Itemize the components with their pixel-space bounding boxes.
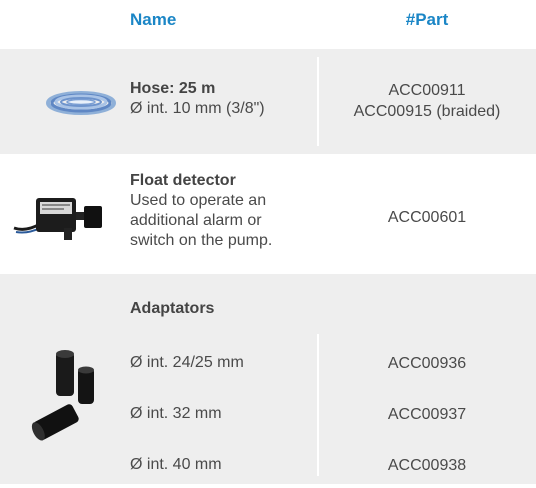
- table-row-adaptators: Adaptators Ø int. 24/25 mm ACC00936 Ø in…: [0, 274, 536, 484]
- hose-title: Hose: 25 m: [130, 80, 216, 97]
- float-description-line-3: switch on the pump.: [130, 232, 273, 249]
- hose-part-number: ACC00911: [388, 82, 466, 99]
- float-part-number: ACC00601: [387, 209, 467, 226]
- hose-braided-part-number: ACC00915 (braided): [353, 103, 501, 120]
- adaptators-title: Adaptators: [130, 300, 215, 317]
- adaptators-title-cell: Adaptators: [130, 299, 214, 319]
- adaptator-part-3: ACC00938: [387, 457, 467, 474]
- adaptator-name-2: Ø int. 32 mm: [130, 405, 222, 422]
- adaptator-part-2: ACC00937: [387, 406, 467, 423]
- float-description-line-2: additional alarm or: [130, 212, 262, 229]
- hose-description: Ø int. 10 mm (3/8"): [130, 100, 265, 117]
- float-detector-icon: [13, 198, 102, 240]
- table-row-hose: Hose: 25 m Ø int. 10 mm (3/8") ACC00911 …: [0, 49, 536, 154]
- coiled-hose-icon: [46, 91, 116, 115]
- table-row-float-detector: Float detector Used to operate an additi…: [0, 154, 536, 272]
- adaptator-name-3: Ø int. 40 mm: [130, 456, 222, 473]
- adaptator-part-1: ACC00936: [387, 355, 467, 372]
- float-title: Float detector: [130, 172, 236, 189]
- adaptors-icon: [31, 350, 94, 441]
- float-description-line-1: Used to operate an: [130, 192, 267, 209]
- column-header-part: #Part: [405, 10, 449, 29]
- hose-part-cell: ACC00911 ACC00915 (braided): [318, 80, 536, 122]
- column-header-name: Name: [130, 10, 177, 29]
- float-name-cell: Float detector Used to operate an additi…: [130, 171, 272, 251]
- adaptator-name-1: Ø int. 24/25 mm: [130, 354, 244, 371]
- table-header: Name #Part: [0, 0, 536, 50]
- hose-name-cell: Hose: 25 m Ø int. 10 mm (3/8"): [130, 79, 265, 119]
